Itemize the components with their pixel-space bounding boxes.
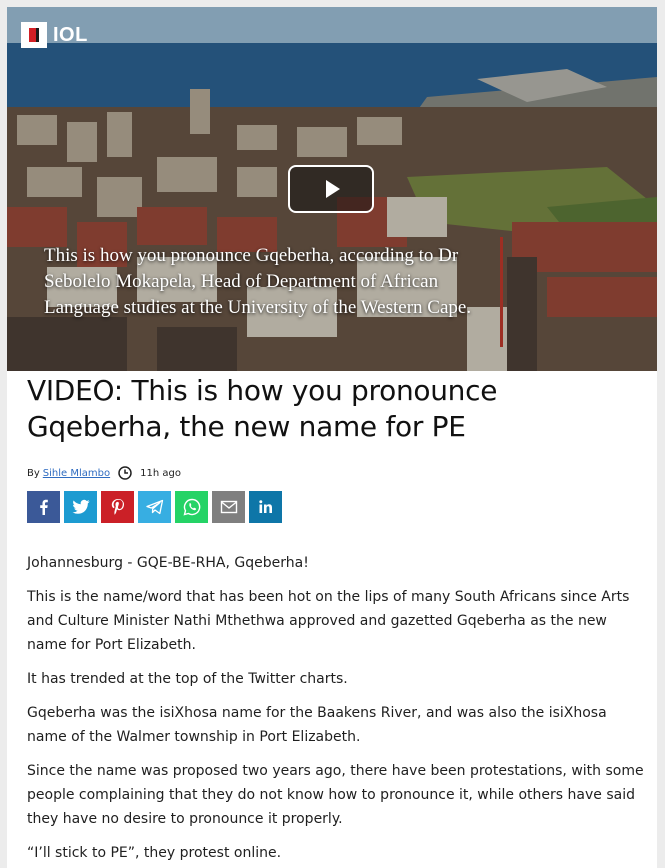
share-twitter-button[interactable] [64, 491, 97, 523]
article-body: Johannesburg - GQE-BE-RHA, Gqeberha! Thi… [27, 551, 647, 868]
email-icon [220, 500, 237, 514]
paragraph: Gqeberha was the isiXhosa name for the B… [27, 705, 607, 745]
iol-logo[interactable]: IOL [21, 21, 88, 49]
pinterest-icon [111, 499, 124, 515]
share-whatsapp-button[interactable] [175, 491, 208, 523]
clock-icon [118, 466, 132, 480]
article-headline: VIDEO: This is how you pronounce Gqeberh… [27, 374, 498, 443]
iol-logo-text: IOL [53, 23, 88, 46]
paragraph: This is the name/word that has been hot … [27, 589, 630, 653]
author-link[interactable]: Sihle Mlambo [43, 468, 110, 479]
telegram-icon [145, 499, 163, 515]
share-bar [27, 491, 282, 523]
play-icon [326, 180, 340, 198]
video-player[interactable]: IOL This is how you pronounce Gqeberha, … [7, 7, 657, 371]
byline-prefix: By [27, 467, 40, 479]
paragraph: Johannesburg - GQE-BE-RHA, Gqeberha! [27, 555, 309, 571]
facebook-icon [39, 499, 48, 515]
published-time: 11h ago [140, 467, 181, 479]
play-button[interactable] [288, 165, 374, 213]
share-facebook-button[interactable] [27, 491, 60, 523]
paragraph: Since the name was proposed two years ag… [27, 763, 644, 827]
share-email-button[interactable] [212, 491, 245, 523]
iol-logo-mark [21, 22, 47, 48]
linkedin-icon [258, 500, 272, 513]
share-telegram-button[interactable] [138, 491, 171, 523]
share-linkedin-button[interactable] [249, 491, 282, 523]
article-page: IOL This is how you pronounce Gqeberha, … [7, 7, 657, 868]
share-pinterest-button[interactable] [101, 491, 134, 523]
video-caption: This is how you pronounce Gqeberha, acco… [44, 245, 472, 318]
paragraph: It has trended at the top of the Twitter… [27, 671, 348, 687]
byline: By Sihle Mlambo 11h ago [27, 465, 181, 481]
paragraph: “I’ll stick to PE”, they protest online. [27, 845, 282, 861]
whatsapp-icon [183, 498, 200, 516]
twitter-icon [72, 499, 89, 514]
